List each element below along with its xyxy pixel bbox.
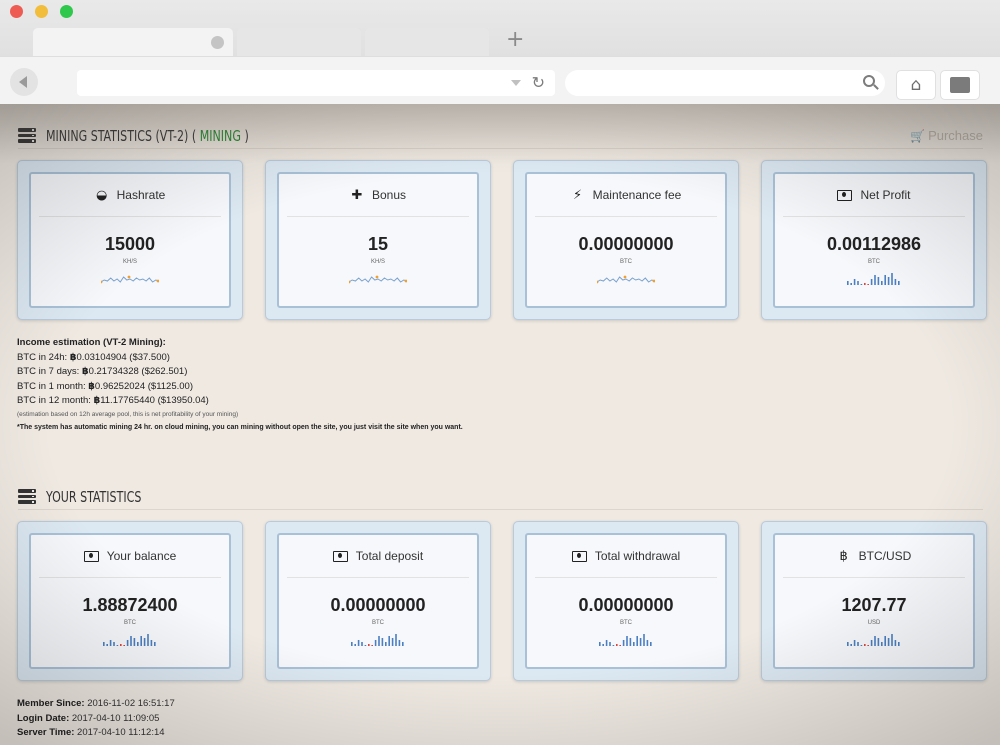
home-icon: ⌂ bbox=[910, 75, 922, 95]
income-estimation: Income estimation (VT-2 Mining): BTC in … bbox=[17, 336, 463, 435]
address-dropdown-icon[interactable] bbox=[511, 80, 521, 86]
sparkline-chart bbox=[597, 275, 655, 284]
income-line-1m: BTC in 1 month: ฿0.96252024 ($1125.00) bbox=[17, 380, 193, 392]
card-value: 15000 bbox=[104, 234, 156, 254]
card-value: 0.00000000 bbox=[578, 234, 674, 254]
money-icon bbox=[83, 550, 99, 562]
plug-icon: ⚡ bbox=[573, 187, 583, 203]
home-button[interactable]: ⌂ bbox=[896, 70, 936, 100]
mining-statistics-header: MINING STATISTICS (VT-2) ( MINING ) 🛒 Pu… bbox=[18, 123, 983, 149]
dashboard-icon: ◒ bbox=[95, 187, 108, 203]
card-unit: KH/S bbox=[370, 259, 385, 265]
sparkline-bars bbox=[847, 634, 900, 646]
server-icon bbox=[18, 128, 36, 143]
card-unit: BTC bbox=[868, 259, 880, 265]
new-tab-button[interactable]: + bbox=[506, 29, 524, 51]
your-stats-cards: Your balance 1.88872400 BTC Total deposi… bbox=[17, 521, 987, 681]
stat-card-maintenance-fee: ⚡ Maintenance fee 0.00000000 BTC bbox=[513, 160, 739, 320]
card-label: Total deposit bbox=[355, 549, 424, 563]
card-unit: BTC bbox=[620, 620, 632, 626]
menu-icon bbox=[950, 77, 970, 93]
your-statistics-header: YOUR STATISTICS bbox=[18, 484, 983, 510]
maximize-window-button[interactable] bbox=[60, 5, 73, 18]
sparkline-bars bbox=[103, 634, 156, 646]
section-title: YOUR STATISTICS bbox=[46, 487, 142, 506]
stat-card-btc-usd: ฿ BTC/USD 1207.77 USD bbox=[761, 521, 987, 681]
server-time: Server Time: 2017-04-10 11:12:14 bbox=[17, 727, 165, 738]
card-value: 1207.77 bbox=[841, 595, 907, 615]
browser-toolbar: ↻ ⌂ bbox=[0, 56, 1000, 104]
money-icon bbox=[332, 550, 348, 562]
server-icon bbox=[18, 489, 36, 504]
mining-cards: ◒ Hashrate 15000 KH/S ✚ Bonus 15 KH/S ⚡ Mai… bbox=[17, 160, 987, 320]
stat-card-net-profit: Net Profit 0.00112986 BTC bbox=[761, 160, 987, 320]
card-label: Your balance bbox=[106, 549, 177, 563]
stat-card-total-deposit: Total deposit 0.00000000 BTC bbox=[265, 521, 491, 681]
income-note: (estimation based on 12h average pool, t… bbox=[17, 410, 239, 418]
money-icon bbox=[571, 550, 587, 562]
minimize-window-button[interactable] bbox=[35, 5, 48, 18]
tab-close-icon[interactable] bbox=[211, 36, 224, 49]
stat-card-hashrate: ◒ Hashrate 15000 KH/S bbox=[17, 160, 243, 320]
member-info: Member Since: 2016-11-02 16:51:17 Login … bbox=[17, 697, 175, 741]
card-value: 0.00000000 bbox=[330, 595, 426, 615]
search-icon[interactable] bbox=[863, 75, 875, 87]
purchase-link[interactable]: 🛒 Purchase bbox=[910, 128, 983, 143]
card-label: Net Profit bbox=[860, 188, 911, 202]
sparkline-bars bbox=[351, 634, 404, 646]
browser-tab-2[interactable] bbox=[237, 28, 361, 56]
sparkline-chart bbox=[349, 275, 407, 284]
income-bold-note: *The system has automatic mining 24 hr. … bbox=[17, 423, 463, 431]
income-title: Income estimation (VT-2 Mining): bbox=[17, 337, 166, 348]
browser-chrome: + ↻ ⌂ bbox=[0, 0, 1000, 104]
browser-search-input[interactable] bbox=[565, 70, 885, 96]
page-content: MINING STATISTICS (VT-2) ( MINING ) 🛒 Pu… bbox=[0, 104, 1000, 745]
section-title: MINING STATISTICS (VT-2) ( MINING ) bbox=[46, 126, 249, 145]
sparkline-chart bbox=[101, 275, 159, 284]
back-button[interactable] bbox=[10, 68, 38, 96]
card-unit: USD bbox=[867, 620, 881, 626]
bitcoin-icon: ฿ bbox=[839, 548, 848, 564]
card-label: Bonus bbox=[371, 188, 407, 202]
card-label: Maintenance fee bbox=[592, 188, 682, 202]
money-icon bbox=[837, 189, 853, 201]
income-line-12m: BTC in 12 month: ฿11.17765440 ($13950.04… bbox=[17, 395, 209, 406]
card-label: BTC/USD bbox=[858, 549, 912, 563]
browser-tab-3[interactable] bbox=[365, 28, 489, 56]
stat-card-total-withdrawal: Total withdrawal 0.00000000 BTC bbox=[513, 521, 739, 681]
member-since: Member Since: 2016-11-02 16:51:17 bbox=[17, 698, 175, 709]
card-value: 0.00000000 bbox=[578, 595, 674, 615]
card-unit: BTC bbox=[372, 620, 384, 626]
stat-card-bonus: ✚ Bonus 15 KH/S bbox=[265, 160, 491, 320]
mining-status: MINING bbox=[199, 126, 241, 145]
cart-icon: 🛒 bbox=[910, 128, 926, 143]
card-label: Hashrate bbox=[116, 188, 166, 202]
income-line-24h: BTC in 24h: ฿0.03104904 ($37.500) bbox=[17, 351, 170, 363]
stat-card-your-balance: Your balance 1.88872400 BTC bbox=[17, 521, 243, 681]
card-label: Total withdrawal bbox=[594, 549, 681, 563]
sparkline-bars bbox=[599, 634, 652, 646]
browser-menu-button[interactable] bbox=[940, 70, 980, 100]
income-line-7d: BTC in 7 days: ฿0.21734328 ($262.501) bbox=[17, 366, 188, 377]
plus-icon: ✚ bbox=[351, 187, 363, 203]
address-bar[interactable]: ↻ bbox=[77, 70, 555, 96]
card-value: 0.00112986 bbox=[826, 234, 922, 254]
card-unit: KH/S bbox=[122, 259, 137, 265]
reload-icon[interactable]: ↻ bbox=[532, 73, 545, 92]
card-value: 15 bbox=[367, 234, 389, 254]
card-unit: BTC bbox=[620, 259, 632, 265]
login-date: Login Date: 2017-04-10 11:09:05 bbox=[17, 712, 160, 724]
purchase-label: Purchase bbox=[928, 128, 983, 143]
sparkline-bars bbox=[847, 273, 900, 285]
window-controls bbox=[10, 5, 73, 18]
close-window-button[interactable] bbox=[10, 5, 23, 18]
card-unit: BTC bbox=[124, 620, 136, 626]
browser-tab-active[interactable] bbox=[33, 28, 233, 56]
card-value: 1.88872400 bbox=[82, 595, 178, 615]
